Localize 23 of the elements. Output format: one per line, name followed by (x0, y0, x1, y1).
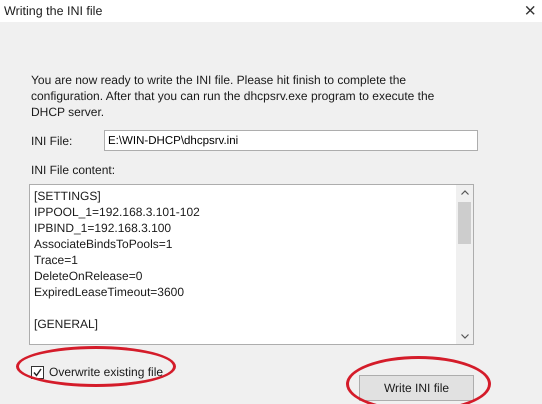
content-label: INI File content: (31, 163, 116, 177)
ini-content-area[interactable]: [SETTINGS] IPPOOL_1=192.168.3.101-102 IPBIND_1=192.168.3.100 AssociateBindsToPools=1 Trace=1 DeleteOnRelease=0 ExpiredLeaseTimeout=3600 [GENERAL] (29, 184, 474, 345)
check-icon (33, 368, 42, 376)
ini-file-field[interactable]: E:\WIN-DHCP\dhcpsrv.ini (104, 130, 478, 151)
ini-line: DeleteOnRelease=0 (34, 268, 144, 284)
intro-paragraph: You are now ready to write the INI file. Please hit finish to complete the configuration. After that you can run the dhcpsrv.exe program to execute the DHCP server. (31, 72, 436, 120)
ini-line: AssociateBindsToPools=1 (34, 236, 174, 252)
scroll-down-icon[interactable] (460, 334, 468, 339)
scroll-up-icon[interactable] (460, 190, 468, 195)
close-button[interactable]: × (524, 1, 536, 21)
ini-line: [SETTINGS] (34, 188, 102, 204)
ini-line: [GENERAL] (34, 316, 100, 332)
scrollbar[interactable] (456, 185, 473, 344)
ini-line: IPPOOL_1=192.168.3.101-102 (34, 204, 201, 220)
window-title: Writing the INI file (4, 4, 102, 18)
ini-line: ExpiredLeaseTimeout=3600 (34, 284, 185, 300)
overwrite-checkbox[interactable] (31, 366, 44, 378)
overwrite-label[interactable]: Overwrite existing file (49, 365, 164, 379)
ini-line: IPBIND_1=192.168.3.100 (34, 220, 172, 236)
write-ini-button[interactable]: Write INI file (359, 375, 474, 401)
ini-line: Trace=1 (34, 252, 79, 268)
ini-file-label: INI File: (31, 134, 74, 148)
scrollbar-thumb[interactable] (458, 202, 471, 244)
